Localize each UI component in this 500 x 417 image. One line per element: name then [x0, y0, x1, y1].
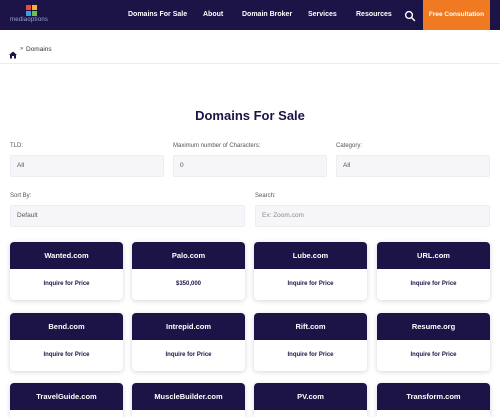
- home-icon[interactable]: [9, 46, 17, 59]
- nav-resources[interactable]: Resources: [356, 0, 392, 30]
- domain-card[interactable]: Wanted.com Inquire for Price: [10, 242, 123, 300]
- domain-price: Inquire for Price: [410, 352, 457, 358]
- search-label: Search:: [255, 193, 276, 199]
- domain-price: Inquire for Price: [43, 281, 90, 287]
- domain-name[interactable]: Lube.com: [254, 242, 367, 269]
- nav-services[interactable]: Services: [308, 0, 337, 30]
- tld-select[interactable]: All: [10, 155, 164, 177]
- domain-name[interactable]: Transform.com: [377, 383, 490, 410]
- domain-card[interactable]: PV.com: [254, 383, 367, 417]
- domain-name[interactable]: TravelGuide.com: [10, 383, 123, 410]
- domain-name[interactable]: Intrepid.com: [132, 313, 245, 340]
- domain-card[interactable]: Lube.com Inquire for Price: [254, 242, 367, 300]
- domain-card[interactable]: Palo.com $350,000: [132, 242, 245, 300]
- logo[interactable]: mediaoptions: [10, 5, 60, 25]
- domain-price: $350,000: [175, 281, 202, 287]
- category-select[interactable]: All: [336, 155, 490, 177]
- nav-domain-broker[interactable]: Domain Broker: [242, 0, 292, 30]
- domain-card[interactable]: MuscleBuilder.com: [132, 383, 245, 417]
- domain-card[interactable]: Transform.com: [377, 383, 490, 417]
- domain-price: Inquire for Price: [410, 281, 457, 287]
- breadcrumb-separator: »: [20, 46, 24, 52]
- logo-mark-icon: [26, 5, 42, 17]
- logo-text: mediaoptions: [10, 17, 49, 23]
- domain-name[interactable]: Palo.com: [132, 242, 245, 269]
- nav-about[interactable]: About: [203, 0, 223, 30]
- domain-card[interactable]: Rift.com Inquire for Price: [254, 313, 367, 371]
- domain-name[interactable]: Rift.com: [254, 313, 367, 340]
- domain-price: Inquire for Price: [43, 352, 90, 358]
- breadcrumb: » Domains: [0, 38, 500, 64]
- top-nav: mediaoptions Domains For Sale About Doma…: [0, 0, 500, 30]
- domain-name[interactable]: Wanted.com: [10, 242, 123, 269]
- domain-name[interactable]: URL.com: [377, 242, 490, 269]
- domain-name[interactable]: MuscleBuilder.com: [132, 383, 245, 410]
- max-chars-label: Maximum number of Characters:: [173, 143, 261, 149]
- tld-label: TLD:: [10, 143, 24, 149]
- breadcrumb-current: Domains: [26, 46, 52, 53]
- domain-card[interactable]: Resume.org Inquire for Price: [377, 313, 490, 371]
- page-title: Domains For Sale: [195, 108, 305, 123]
- domain-price: Inquire for Price: [287, 281, 334, 287]
- nav-domains-for-sale[interactable]: Domains For Sale: [128, 0, 187, 30]
- domain-card[interactable]: URL.com Inquire for Price: [377, 242, 490, 300]
- domain-card[interactable]: Intrepid.com Inquire for Price: [132, 313, 245, 371]
- free-consultation-button[interactable]: Free Consultation: [423, 0, 490, 30]
- domain-card[interactable]: TravelGuide.com: [10, 383, 123, 417]
- category-label: Category:: [336, 143, 363, 149]
- max-chars-input[interactable]: 0: [173, 155, 327, 177]
- domain-price: Inquire for Price: [287, 352, 334, 358]
- search-icon[interactable]: [404, 9, 416, 22]
- domain-card[interactable]: Bend.com Inquire for Price: [10, 313, 123, 371]
- search-input[interactable]: Ex: Zoom.com: [255, 205, 490, 227]
- domain-name[interactable]: Resume.org: [377, 313, 490, 340]
- domain-price: Inquire for Price: [165, 352, 212, 358]
- sort-select[interactable]: Default: [10, 205, 245, 227]
- sort-label: Sort By:: [10, 193, 32, 199]
- domain-name[interactable]: Bend.com: [10, 313, 123, 340]
- domain-name[interactable]: PV.com: [254, 383, 367, 410]
